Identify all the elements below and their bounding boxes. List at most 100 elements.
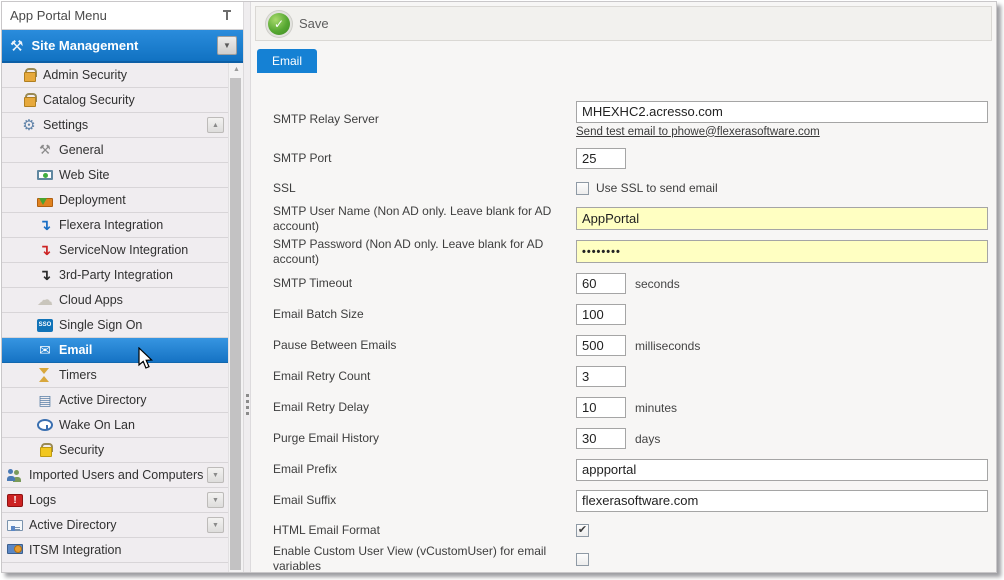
sidebar-item-3rd-party-integration[interactable]: 3rd-Party Integration <box>2 263 228 288</box>
email-retry-delay-input[interactable] <box>576 397 626 418</box>
monitor-icon <box>37 170 53 180</box>
form-row-ssl: SSL Use SSL to send email <box>273 174 992 202</box>
sidebar-item-active-directory[interactable]: Active Directory▼ <box>2 513 228 538</box>
sidebar-item-imported-users-and-computers[interactable]: Imported Users and Computers ▼ <box>2 463 228 488</box>
email-retry-count-input[interactable] <box>576 366 626 387</box>
ssl-control: Use SSL to send email <box>576 181 992 195</box>
save-button[interactable]: ✓ Save <box>268 13 329 35</box>
form-row-email-suffix: Email Suffix <box>273 485 992 516</box>
sidebar-item-settings[interactable]: Settings ▲ <box>2 113 228 138</box>
sidebar-item-label: Wake On Lan <box>59 418 135 432</box>
sidebar-item-label: Admin Security <box>43 68 127 82</box>
enable-custom-user-view-control <box>576 553 992 566</box>
smtp-timeout-input[interactable] <box>576 273 626 294</box>
sidebar-item-label: Single Sign On <box>59 318 142 332</box>
sidebar-item-label: Imported Users and Computers <box>29 468 203 482</box>
smtp-user-name-control <box>576 207 992 230</box>
sidebar-item-label: Active Directory <box>59 393 147 407</box>
expand-button[interactable]: ▼ <box>207 517 224 533</box>
sidebar-group-site-management[interactable]: ⚒ Site Management ▼ <box>2 30 243 63</box>
sidebar-item-logs[interactable]: Logs▼ <box>2 488 228 513</box>
html-email-format-control <box>576 524 992 537</box>
ssl-checkbox[interactable] <box>576 182 589 195</box>
sidebar-item-label: Flexera Integration <box>59 218 163 232</box>
email-retry-count-label: Email Retry Count <box>273 369 576 384</box>
sidebar-item-label: Web Site <box>59 168 110 182</box>
hourglass-icon <box>37 367 53 383</box>
smtp-port-input[interactable] <box>576 148 626 169</box>
sidebar-item-label: Settings <box>43 118 88 132</box>
sidebar-body: Admin Security Catalog Security Settings ▲ G… <box>2 63 243 572</box>
sidebar-item-servicenow-integration[interactable]: ServiceNow Integration <box>2 238 228 263</box>
sidebar-item-catalog-security[interactable]: Catalog Security <box>2 88 228 113</box>
expand-button[interactable]: ▼ <box>207 492 224 508</box>
sidebar-item-flexera-integration[interactable]: Flexera Integration <box>2 213 228 238</box>
smtp-relay-server-input[interactable] <box>576 101 988 123</box>
enable-custom-user-view-checkbox[interactable] <box>576 553 589 566</box>
sidebar-item-label: Email <box>59 343 92 357</box>
lock-yellow-icon <box>37 442 53 458</box>
email-retry-delay-control: minutes <box>576 397 992 418</box>
email-retry-count-control <box>576 366 992 387</box>
form-row-smtp-relay-server: SMTP Relay ServerSend test email to phow… <box>273 95 992 143</box>
smtp-user-name-input[interactable] <box>576 207 988 230</box>
directory-icon <box>37 392 53 408</box>
sidebar-item-label: Catalog Security <box>43 93 135 107</box>
purge-email-history-input[interactable] <box>576 428 626 449</box>
scroll-up-arrow-icon[interactable]: ▲ <box>229 66 243 73</box>
sidebar-item-admin-security[interactable]: Admin Security <box>2 63 228 88</box>
form-row-pause-between-emails: Pause Between Emailsmilliseconds <box>273 330 992 361</box>
form-row-email-retry-count: Email Retry Count <box>273 361 992 392</box>
email-settings-form: SMTP Relay ServerSend test email to phow… <box>255 73 992 572</box>
sidebar-item-label: General <box>59 143 103 157</box>
sidebar-item-timers[interactable]: Timers <box>2 363 228 388</box>
sidebar-item-security[interactable]: Security <box>2 438 228 463</box>
tab-email[interactable]: Email <box>257 49 317 73</box>
form-row-email-prefix: Email Prefix <box>273 454 992 485</box>
smtp-port-label: SMTP Port <box>273 151 576 166</box>
users-icon <box>7 467 23 483</box>
lock-gold-icon <box>21 92 37 108</box>
ssl-label: SSL <box>273 181 576 196</box>
sidebar-item-general[interactable]: General <box>2 138 228 163</box>
sidebar-item-partial[interactable] <box>2 563 228 572</box>
form-row-html-email-format: HTML Email Format <box>273 516 992 544</box>
purge-email-history-label: Purge Email History <box>273 431 576 446</box>
form-row-enable-custom-user-view: Enable Custom User View (vCustomUser) fo… <box>273 544 992 572</box>
smtp-password-input[interactable] <box>576 240 988 263</box>
expand-button[interactable]: ▼ <box>207 467 224 483</box>
sidebar-scrollbar[interactable]: ▲ <box>228 63 243 572</box>
sidebar-item-single-sign-on[interactable]: Single Sign On <box>2 313 228 338</box>
group-collapse-button[interactable]: ▼ <box>217 36 237 55</box>
sidebar-item-active-directory[interactable]: Active Directory <box>2 388 228 413</box>
email-suffix-input[interactable] <box>576 490 988 512</box>
pause-between-emails-input[interactable] <box>576 335 626 356</box>
cloud-icon <box>37 292 53 308</box>
email-retry-delay-unit-label: minutes <box>635 401 677 415</box>
smtp-timeout-unit-label: seconds <box>635 277 680 291</box>
sidebar-splitter[interactable] <box>244 2 251 572</box>
sidebar-item-cloud-apps[interactable]: Cloud Apps <box>2 288 228 313</box>
email-prefix-input[interactable] <box>576 459 988 481</box>
form-row-smtp-timeout: SMTP Timeout seconds <box>273 268 992 299</box>
email-batch-size-input[interactable] <box>576 304 626 325</box>
email-batch-size-label: Email Batch Size <box>273 307 576 322</box>
sidebar-item-email[interactable]: Email <box>2 338 228 363</box>
sidebar-group-label: Site Management <box>31 38 217 53</box>
sidebar-item-deployment[interactable]: Deployment <box>2 188 228 213</box>
pin-icon[interactable] <box>219 8 235 24</box>
collapse-button[interactable]: ▲ <box>207 117 224 133</box>
ssl-checkbox-label: Use SSL to send email <box>596 181 718 195</box>
html-email-format-checkbox[interactable] <box>576 524 589 537</box>
cloud-icon <box>7 567 23 572</box>
main-panel: ✓ Save Email SMTP Relay ServerSend test … <box>251 2 996 572</box>
html-email-format-label: HTML Email Format <box>273 523 576 538</box>
save-check-icon: ✓ <box>268 13 290 35</box>
sidebar-item-itsm-integration[interactable]: ITSM Integration <box>2 538 228 563</box>
smtp-timeout-label: SMTP Timeout <box>273 276 576 291</box>
sidebar-item-web-site[interactable]: Web Site <box>2 163 228 188</box>
sidebar-item-label: Cloud Apps <box>59 293 123 307</box>
sidebar-item-wake-on-lan[interactable]: Wake On Lan <box>2 413 228 438</box>
sidebar-scrollbar-thumb[interactable] <box>230 78 241 570</box>
send-test-email-link[interactable]: Send test email to phowe@flexerasoftware… <box>576 126 820 138</box>
